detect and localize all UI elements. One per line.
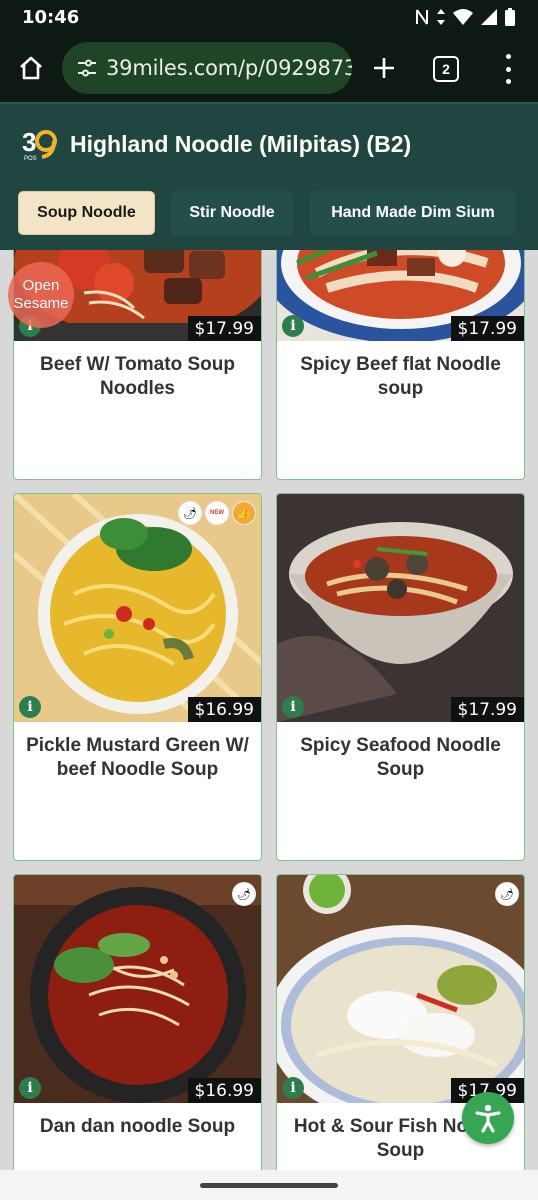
svg-text:POS: POS — [24, 156, 37, 161]
menu-item-card[interactable]: $17.99 i Spicy Seafood Noodle Soup — [276, 493, 525, 861]
food-image[interactable]: 🌶 $17.99 i — [277, 875, 524, 1103]
tab-soup-noodle[interactable]: Soup Noodle — [18, 191, 155, 235]
signal-icon — [481, 9, 497, 25]
food-image[interactable]: $17.99 i — [277, 250, 524, 341]
accessibility-icon — [475, 1104, 501, 1133]
badges: 🌶 NEW 👍 — [179, 502, 255, 524]
category-tabs: Soup Noodle Stir Noodle Hand Made Dim Si… — [0, 184, 538, 250]
price-tag: $17.99 — [187, 316, 261, 341]
brand-logo: 3 POS — [22, 127, 60, 162]
open-sesame-button[interactable]: Open Sesame — [8, 262, 74, 328]
status-bar: 10:46 — [0, 0, 538, 34]
food-image[interactable]: 🌶 NEW 👍 $16.99 i — [14, 494, 261, 722]
price-tag: $16.99 — [187, 1078, 261, 1103]
system-nav-bar — [0, 1170, 538, 1200]
menu-item-name: Spicy Beef flat Noodle soup — [300, 354, 501, 399]
menu-item-name: Dan dan noodle Soup — [39, 1116, 236, 1137]
overflow-menu-icon[interactable] — [496, 54, 520, 84]
plus-icon — [374, 58, 394, 78]
thumbs-up-icon: 👍 — [233, 502, 255, 524]
nfc-icon — [416, 9, 428, 25]
address-bar[interactable]: 39miles.com/p/09298730/ — [62, 42, 352, 94]
new-tab-button[interactable] — [366, 40, 402, 96]
badges: 🌶 — [233, 883, 255, 905]
data-arrows-icon — [437, 9, 445, 25]
status-icons — [414, 7, 516, 27]
chili-icon: 🌶 — [233, 883, 255, 905]
browser-toolbar: 39miles.com/p/09298730/ 2 — [0, 34, 538, 102]
info-icon[interactable]: i — [19, 696, 41, 718]
tab-hand-made-dim-sium[interactable]: Hand Made Dim Sium — [310, 191, 516, 235]
new-icon: NEW — [206, 502, 228, 524]
info-icon[interactable]: i — [282, 696, 304, 718]
status-time: 10:46 — [22, 6, 80, 28]
food-image[interactable]: 🌶 $16.99 i — [14, 875, 261, 1103]
menu-item-card[interactable]: 🌶 $16.99 i Dan dan noodle Soup — [13, 874, 262, 1170]
price-tag: $17.99 — [450, 316, 524, 341]
accessibility-button[interactable] — [462, 1092, 514, 1144]
tabs-icon[interactable]: 2 — [433, 56, 459, 82]
info-icon[interactable]: i — [282, 1077, 304, 1099]
info-icon[interactable]: i — [282, 315, 304, 337]
chili-icon: 🌶 — [496, 883, 518, 905]
gesture-handle[interactable] — [200, 1183, 338, 1188]
price-tag: $16.99 — [187, 697, 261, 722]
menu-grid: $17.99 i Beef W/ Tomato Soup Noodles $17… — [0, 250, 538, 1170]
badges: 🌶 — [496, 883, 518, 905]
info-icon[interactable]: i — [19, 1077, 41, 1099]
menu-item-card[interactable]: $17.99 i Spicy Beef flat Noodle soup — [276, 250, 525, 480]
home-button[interactable] — [0, 34, 62, 102]
menu-item-card[interactable]: 🌶 NEW 👍 $16.99 i Pickle Mustard Green W/… — [13, 493, 262, 861]
restaurant-header: 3 POS Highland Noodle (Milpitas) (B2) — [0, 102, 538, 184]
chili-icon: 🌶 — [179, 502, 201, 524]
url-text: 39miles.com/p/09298730/ — [106, 56, 352, 80]
restaurant-title: Highland Noodle (Milpitas) (B2) — [70, 130, 412, 157]
svg-text:3: 3 — [22, 127, 36, 157]
price-tag: $17.99 — [450, 697, 524, 722]
menu-item-name: Spicy Seafood Noodle Soup — [300, 735, 501, 780]
home-icon — [20, 56, 42, 80]
tab-stir-noodle[interactable]: Stir Noodle — [171, 191, 293, 235]
menu-item-name: Pickle Mustard Green W/ beef Noodle Soup — [26, 735, 249, 780]
site-settings-icon[interactable] — [76, 58, 98, 78]
menu-item-name: Beef W/ Tomato Soup Noodles — [40, 354, 235, 399]
wifi-icon — [453, 9, 473, 25]
battery-icon — [505, 8, 515, 26]
food-image[interactable]: $17.99 i — [277, 494, 524, 722]
